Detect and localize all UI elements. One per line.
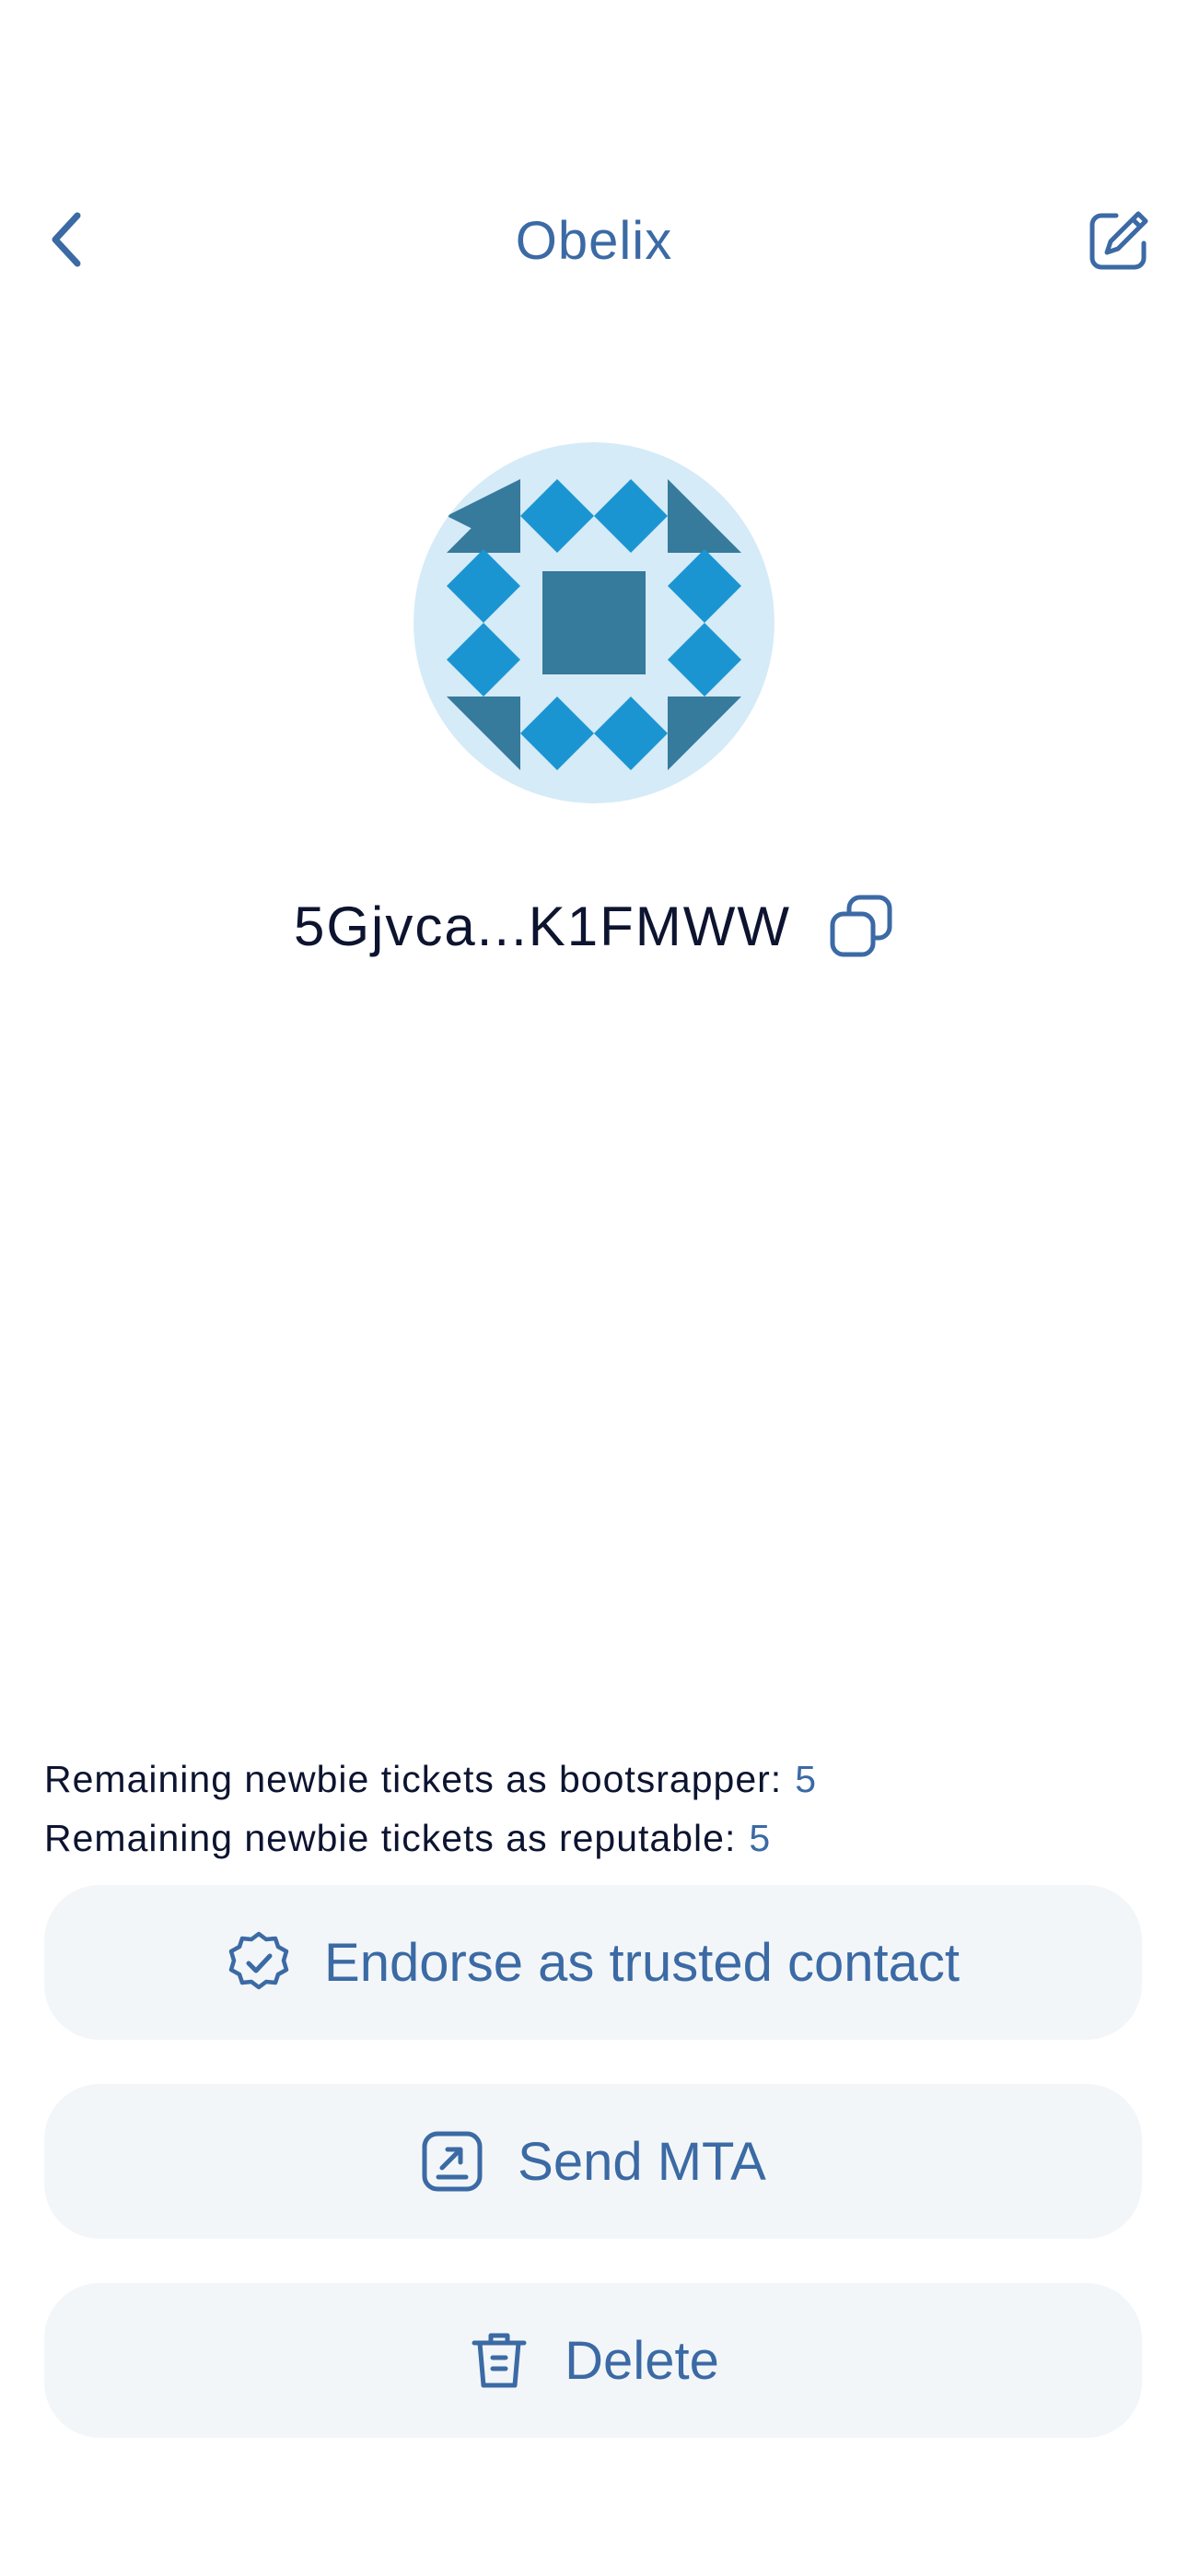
send-mta-button[interactable]: Send MTA	[44, 2084, 1142, 2239]
copy-icon	[830, 895, 892, 957]
bootstrapper-tickets-label: Remaining newbie tickets as bootsrapper:	[44, 1758, 783, 1800]
endorse-button[interactable]: Endorse as trusted contact	[44, 1885, 1142, 2040]
avatar	[413, 442, 775, 803]
bootstrapper-tickets: Remaining newbie tickets as bootsrapper:…	[44, 1758, 817, 1801]
reputable-tickets-label: Remaining newbie tickets as reputable:	[44, 1817, 737, 1859]
delete-button[interactable]: Delete	[44, 2283, 1142, 2438]
send-mta-button-label: Send MTA	[518, 2131, 766, 2192]
account-address: 5Gjvca...K1FMWW	[293, 895, 792, 957]
edit-icon	[1089, 211, 1148, 270]
copy-address-button[interactable]	[828, 893, 894, 959]
address-row: 5Gjvca...K1FMWW	[0, 880, 1188, 972]
top-bar: Obelix	[0, 184, 1188, 295]
send-arrow-icon	[420, 2129, 484, 2194]
page-title: Obelix	[515, 211, 673, 271]
edit-button[interactable]	[1081, 205, 1155, 278]
delete-button-label: Delete	[565, 2330, 719, 2391]
bootstrapper-tickets-value: 5	[795, 1758, 817, 1800]
trash-icon	[467, 2328, 531, 2393]
verified-badge-icon	[227, 1930, 291, 1995]
reputable-tickets-value: 5	[749, 1817, 772, 1859]
reputable-tickets: Remaining newbie tickets as reputable: 5	[44, 1817, 771, 1860]
endorse-button-label: Endorse as trusted contact	[324, 1932, 960, 1993]
